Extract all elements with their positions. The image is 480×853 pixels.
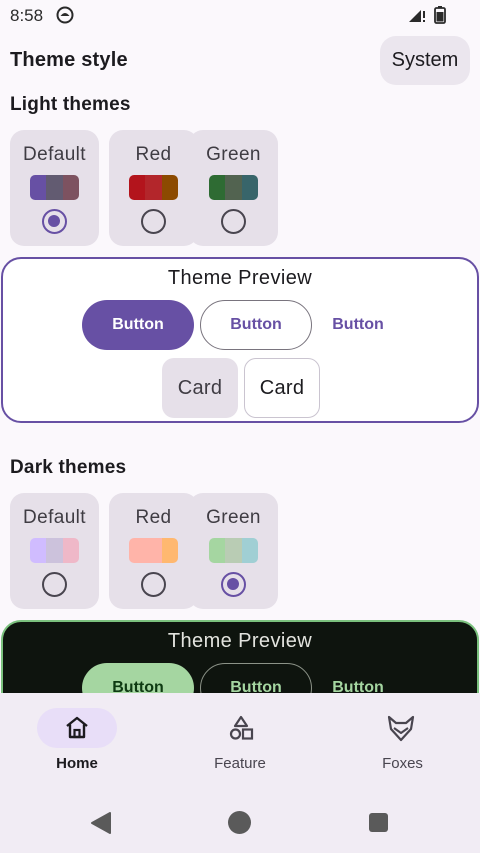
battery-icon [434, 6, 446, 24]
color-swatch [209, 175, 258, 200]
preview-title: Theme Preview [167, 630, 313, 652]
app-notification-icon [56, 6, 74, 24]
theme-option-label: Red [135, 507, 172, 528]
preview-text-button[interactable]: Button [318, 300, 398, 350]
theme-option-label: Green [206, 507, 261, 528]
theme-style-label: Theme style [10, 49, 128, 71]
home-icon [66, 716, 88, 739]
light-theme-option-default[interactable]: Default [10, 130, 99, 246]
nav-item-home[interactable]: Home [0, 693, 160, 797]
system-theme-button[interactable]: System [380, 36, 470, 85]
color-swatch [129, 175, 178, 200]
color-swatch [129, 538, 178, 563]
color-swatch [30, 175, 79, 200]
radio-button-selected[interactable] [221, 572, 246, 597]
radio-button[interactable] [141, 209, 166, 234]
dark-theme-option-green[interactable]: Green [189, 493, 278, 609]
back-icon[interactable] [90, 811, 112, 835]
system-navigation-bar [0, 797, 480, 853]
theme-option-label: Red [135, 144, 172, 165]
nav-label-home: Home [56, 755, 98, 772]
nav-item-feature[interactable]: Feature [162, 693, 322, 797]
signal-icon [409, 10, 425, 22]
radio-button[interactable] [42, 572, 67, 597]
fox-icon [387, 715, 415, 742]
preview-title: Theme Preview [167, 267, 313, 289]
light-theme-preview: Theme Preview Button Button Button Card … [1, 257, 479, 423]
dark-theme-option-default[interactable]: Default [10, 493, 99, 609]
status-time: 8:58 [10, 6, 44, 25]
radio-button[interactable] [141, 572, 166, 597]
nav-label-feature: Feature [214, 755, 266, 772]
radio-button[interactable] [221, 209, 246, 234]
recents-icon[interactable] [369, 813, 388, 832]
light-themes-title: Light themes [10, 94, 131, 115]
preview-outlined-card: Card [244, 358, 320, 418]
preview-filled-card: Card [162, 358, 238, 418]
status-bar: 8:58 [0, 0, 480, 32]
theme-option-label: Default [22, 507, 86, 528]
preview-outlined-button[interactable]: Button [200, 300, 312, 350]
color-swatch [209, 538, 258, 563]
light-theme-option-green[interactable]: Green [189, 130, 278, 246]
dark-themes-title: Dark themes [10, 457, 127, 478]
bottom-navigation-bar: Home Feature Foxes [0, 693, 480, 797]
dark-theme-option-red[interactable]: Red [109, 493, 198, 609]
light-theme-option-red[interactable]: Red [109, 130, 198, 246]
color-swatch [30, 538, 79, 563]
radio-button-selected[interactable] [42, 209, 67, 234]
nav-label-foxes: Foxes [382, 755, 423, 772]
nav-item-foxes[interactable]: Foxes [324, 693, 480, 797]
home-system-icon[interactable] [228, 811, 251, 834]
theme-option-label: Green [206, 144, 261, 165]
preview-filled-button[interactable]: Button [82, 300, 194, 350]
shapes-icon [229, 715, 254, 740]
theme-option-label: Default [22, 144, 86, 165]
